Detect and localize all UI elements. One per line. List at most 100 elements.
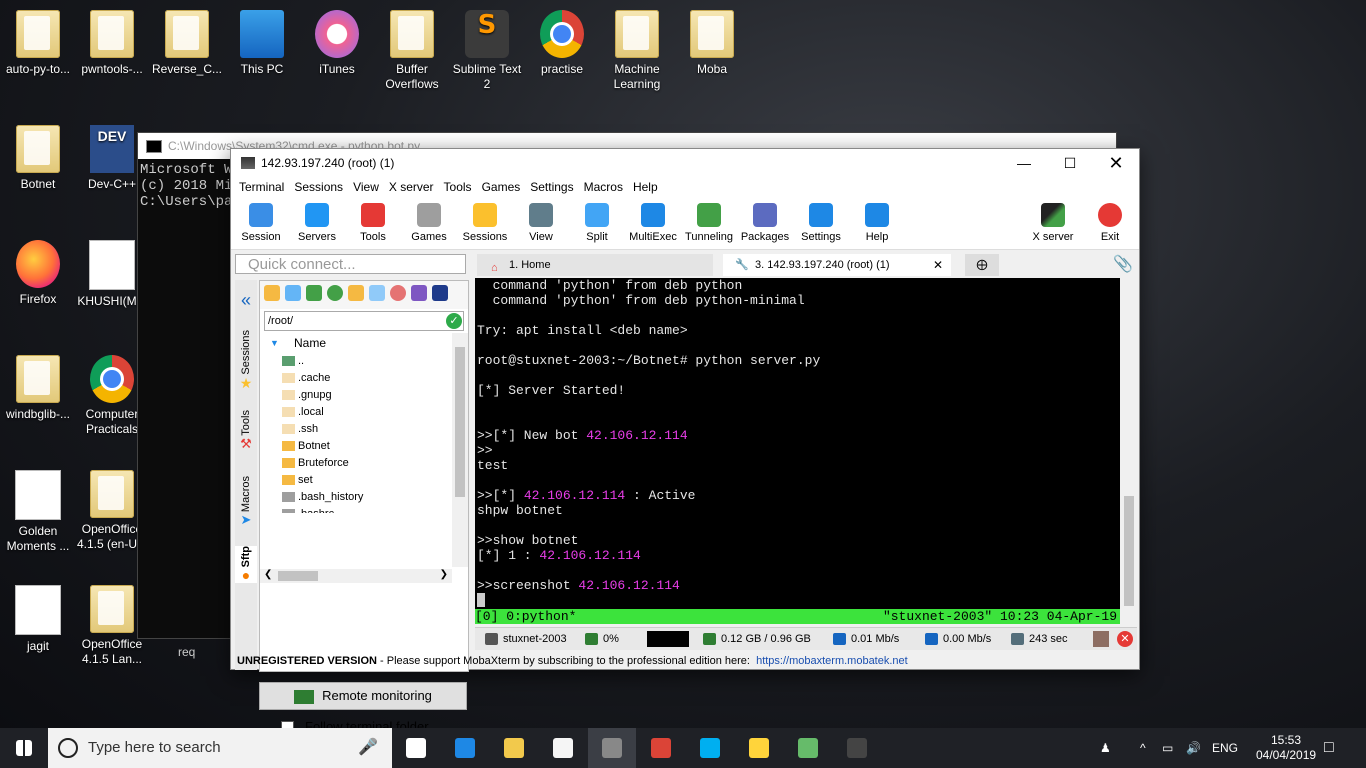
tab-macros[interactable]: Macros ➤: [235, 476, 257, 528]
path-ok-icon[interactable]: ✓: [446, 313, 462, 329]
cmd-taskbar-button[interactable]: [833, 728, 881, 768]
file-row[interactable]: Botnet: [260, 438, 452, 455]
download-icon[interactable]: [285, 285, 301, 301]
upload-icon[interactable]: [306, 285, 322, 301]
open-folder-icon[interactable]: [264, 285, 280, 301]
toolbar-button[interactable]: Split: [569, 201, 625, 243]
desktop-icon[interactable]: practise: [524, 10, 600, 77]
notification-icon[interactable]: □: [1324, 728, 1334, 768]
delete-icon[interactable]: [390, 285, 406, 301]
toolbar-button[interactable]: Tunneling: [681, 201, 737, 243]
microphone-icon[interactable]: 🎤: [358, 728, 378, 768]
desktop-icon[interactable]: Sublime Text 2: [449, 10, 525, 92]
minimize-button[interactable]: —: [1001, 149, 1047, 177]
menu-item[interactable]: Terminal: [237, 177, 292, 199]
skype-taskbar-button[interactable]: [686, 728, 734, 768]
remote-monitoring-button[interactable]: Remote monitoring: [259, 682, 467, 710]
explorer-taskbar-button[interactable]: [490, 728, 538, 768]
tab-ssh-session[interactable]: 🔧 3. 142.93.197.240 (root) (1) ✕: [723, 254, 951, 276]
new-file-icon[interactable]: [369, 285, 385, 301]
menu-item[interactable]: View: [351, 177, 387, 199]
desktop-icon[interactable]: jagit: [0, 585, 76, 654]
disconnect-icon[interactable]: ✕: [1117, 631, 1133, 647]
desktop-icon[interactable]: windbglib-...: [0, 355, 76, 422]
rename-icon[interactable]: [411, 285, 427, 301]
taskbar-search[interactable]: Type here to search 🎤: [48, 728, 392, 768]
menu-item[interactable]: Help: [631, 177, 666, 199]
task-view-taskbar-button[interactable]: [392, 728, 440, 768]
refresh-icon[interactable]: [327, 285, 343, 301]
desktop-icon[interactable]: Machine Learning: [599, 10, 675, 92]
desktop-icon[interactable]: iTunes: [299, 10, 375, 77]
file-row[interactable]: ..: [260, 353, 452, 370]
exit-button[interactable]: Exit: [1082, 201, 1138, 243]
new-tab-button[interactable]: ⨁: [965, 254, 999, 276]
xserver-button[interactable]: X server: [1025, 201, 1081, 243]
sftp-path-input[interactable]: /root/ ✓: [264, 311, 464, 331]
desktop-icon[interactable]: Botnet: [0, 125, 76, 192]
tab-home[interactable]: ⌂ 1. Home: [477, 254, 713, 276]
mobaxterm-link[interactable]: https://mobaxterm.mobatek.net: [756, 655, 908, 667]
collapse-sidebar-icon[interactable]: «: [235, 290, 257, 311]
desktop-icon[interactable]: auto-py-to...: [0, 10, 76, 77]
show-hidden-icons[interactable]: ^: [1140, 728, 1146, 768]
terminal[interactable]: command 'python' from deb python command…: [475, 278, 1120, 624]
toolbar-button[interactable]: Settings: [793, 201, 849, 243]
sftp-vertical-scrollbar[interactable]: [452, 333, 468, 567]
terminal-scroll-thumb[interactable]: [1124, 496, 1134, 606]
scroll-thumb[interactable]: [455, 347, 465, 497]
scroll-right-icon[interactable]: ❯: [440, 569, 448, 580]
menu-item[interactable]: Sessions: [292, 177, 351, 199]
file-row[interactable]: .cache: [260, 370, 452, 387]
menu-item[interactable]: Macros: [582, 177, 631, 199]
hscroll-thumb[interactable]: [278, 571, 318, 581]
mobaxterm-taskbar-button[interactable]: [588, 728, 636, 768]
atom-taskbar-button[interactable]: [784, 728, 832, 768]
toolbar-button[interactable]: View: [513, 201, 569, 243]
menu-item[interactable]: Settings: [528, 177, 581, 199]
file-row[interactable]: .local: [260, 404, 452, 421]
toolbar-button[interactable]: Servers: [289, 201, 345, 243]
toolbar-button[interactable]: MultiExec: [625, 201, 681, 243]
sftp-horizontal-scrollbar[interactable]: ❮ ❯: [260, 569, 452, 583]
toolbar-button[interactable]: Session: [233, 201, 289, 243]
toolbar-button[interactable]: Help: [849, 201, 905, 243]
battery-icon[interactable]: ▭: [1162, 728, 1173, 768]
file-row[interactable]: .bashrc: [260, 506, 452, 513]
toolbar-button[interactable]: Games: [401, 201, 457, 243]
start-button[interactable]: [0, 728, 48, 768]
desktop-icon[interactable]: Buffer Overflows: [374, 10, 450, 92]
attachment-icon[interactable]: 📎: [1113, 254, 1133, 276]
menu-item[interactable]: X server: [387, 177, 442, 199]
chrome-taskbar-button[interactable]: [637, 728, 685, 768]
edge-taskbar-button[interactable]: [441, 728, 489, 768]
close-button[interactable]: ✕: [1093, 149, 1139, 177]
clock[interactable]: 15:53 04/04/2019: [1256, 728, 1316, 763]
tab-sftp[interactable]: Sftp ●: [235, 546, 257, 584]
terminal-scrollbar[interactable]: [1121, 278, 1137, 624]
desktop-icon[interactable]: Reverse_C...: [149, 10, 225, 77]
file-row[interactable]: set: [260, 472, 452, 489]
file-row[interactable]: .ssh: [260, 421, 452, 438]
volume-icon[interactable]: 🔊: [1186, 728, 1201, 768]
tab-close-icon[interactable]: ✕: [933, 254, 943, 276]
title-bar[interactable]: 142.93.197.240 (root) (1) — ☐ ✕: [231, 149, 1139, 177]
tab-tools[interactable]: Tools ⚒: [235, 410, 257, 452]
desktop-icon[interactable]: Moba: [674, 10, 750, 77]
file-row[interactable]: .gnupg: [260, 387, 452, 404]
store-taskbar-button[interactable]: [539, 728, 587, 768]
language-indicator[interactable]: ENG: [1212, 728, 1238, 768]
file-row[interactable]: Bruteforce: [260, 455, 452, 472]
desktop-icon[interactable]: pwntools-...: [74, 10, 150, 77]
quick-connect-input[interactable]: Quick connect...: [235, 254, 466, 274]
toolbar-button[interactable]: Sessions: [457, 201, 513, 243]
people-icon[interactable]: ♟: [1100, 728, 1111, 768]
desktop-icon[interactable]: This PC: [224, 10, 300, 77]
column-header-name[interactable]: ▼ Name: [260, 333, 452, 353]
desktop-icon[interactable]: Golden Moments ...: [0, 470, 76, 554]
file-row[interactable]: .bash_history: [260, 489, 452, 506]
menu-item[interactable]: Tools: [442, 177, 480, 199]
tab-sessions[interactable]: Sessions ★: [235, 330, 257, 392]
toolbar-button[interactable]: Tools: [345, 201, 401, 243]
toolbar-button[interactable]: Packages: [737, 201, 793, 243]
